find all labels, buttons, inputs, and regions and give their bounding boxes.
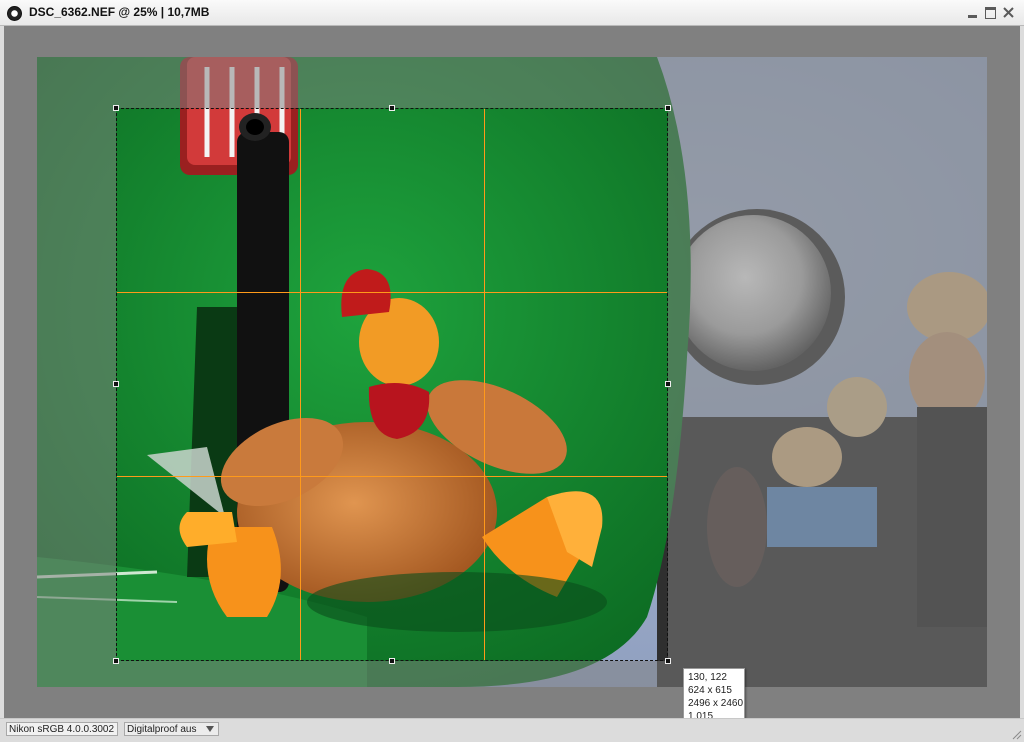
camera-aperture-icon xyxy=(7,6,22,21)
proof-dropdown[interactable]: Digitalproof aus xyxy=(124,722,219,736)
crop-handle-bottom-right[interactable] xyxy=(665,658,671,664)
minimize-button[interactable] xyxy=(966,6,979,19)
crop-info-tooltip: 130, 122 624 x 615 2496 x 2460 1.015 xyxy=(683,668,745,724)
resize-grip-icon[interactable] xyxy=(1010,728,1022,740)
window-title: DSC_6362.NEF @ 25% | 10,7MB xyxy=(29,5,210,19)
maximize-button[interactable] xyxy=(984,6,997,19)
close-icon xyxy=(1003,7,1014,18)
crop-handle-top-right[interactable] xyxy=(665,105,671,111)
proof-dropdown-label: Digitalproof aus xyxy=(127,724,197,735)
crop-guide-v2 xyxy=(484,109,485,660)
chevron-down-icon xyxy=(206,726,214,732)
crop-guide-v1 xyxy=(300,109,301,660)
close-button[interactable] xyxy=(1002,6,1015,19)
color-profile-label: Nikon sRGB 4.0.0.3002 xyxy=(6,722,118,736)
crop-size-pixels: 2496 x 2460 xyxy=(688,698,744,709)
crop-guide-h2 xyxy=(117,476,667,477)
crop-handle-bottom-left[interactable] xyxy=(113,658,119,664)
crop-position: 130, 122 xyxy=(688,672,727,683)
crop-handle-top-left[interactable] xyxy=(113,105,119,111)
crop-handle-right[interactable] xyxy=(665,381,671,387)
crop-handle-bottom[interactable] xyxy=(389,658,395,664)
crop-handle-top[interactable] xyxy=(389,105,395,111)
crop-size-screen: 624 x 615 xyxy=(688,685,732,696)
status-bar: Nikon sRGB 4.0.0.3002 Digitalproof aus xyxy=(0,718,1024,742)
crop-handle-left[interactable] xyxy=(113,381,119,387)
title-bar: DSC_6362.NEF @ 25% | 10,7MB xyxy=(0,0,1024,26)
crop-rectangle[interactable] xyxy=(116,108,668,661)
crop-guide-h1 xyxy=(117,292,667,293)
